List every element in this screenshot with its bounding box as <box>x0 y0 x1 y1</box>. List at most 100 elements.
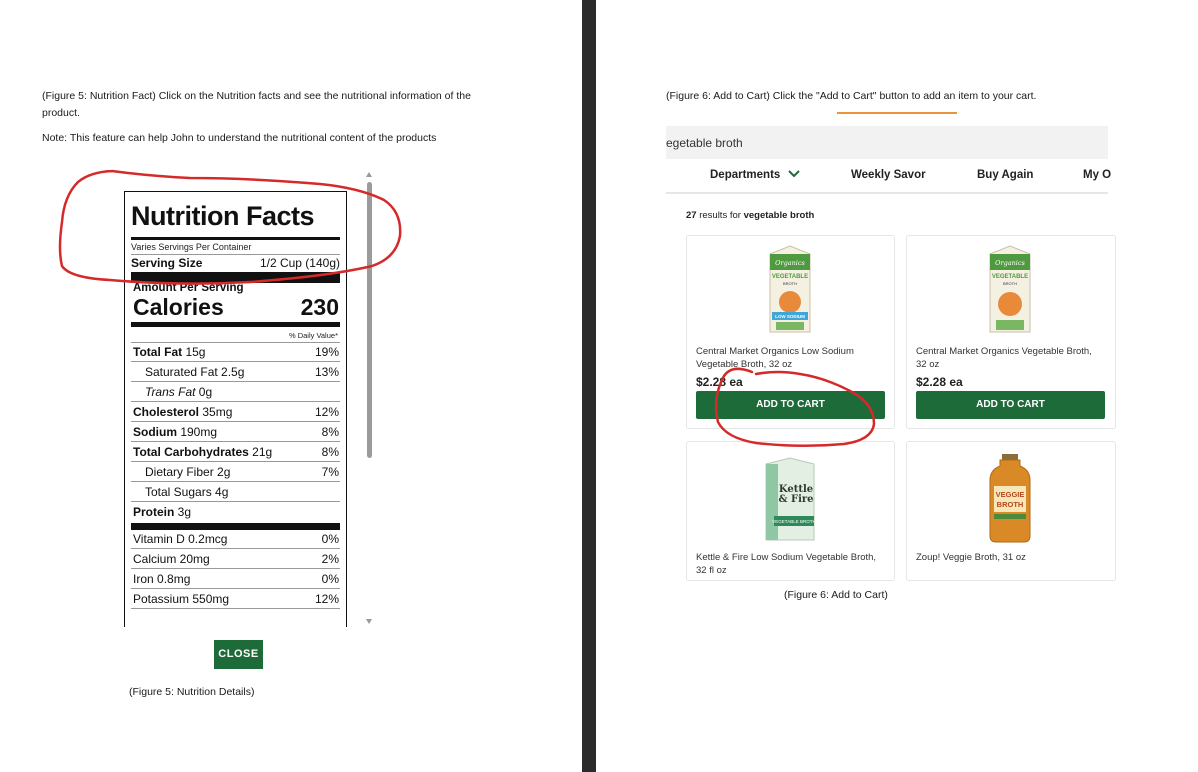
pack-label-organics: Organics <box>995 259 1025 267</box>
nutrient-name: Total Fat <box>133 345 183 359</box>
nutrient-amount: 4g <box>211 485 229 499</box>
figure-6-bottom-caption: (Figure 6: Add to Cart) <box>784 589 888 601</box>
nutrient-name: Iron <box>133 572 154 586</box>
nutrient-amount: 190mg <box>177 425 218 439</box>
nutrient-daily-value: 13% <box>314 365 339 379</box>
calories-value: 230 <box>300 294 339 320</box>
nutrient-name: Saturated Fat <box>145 365 218 379</box>
chevron-down-icon <box>787 170 800 178</box>
add-to-cart-button-2[interactable]: ADD TO CART <box>916 391 1105 419</box>
serving-size-value: 1/2 Cup (140g) <box>259 256 340 270</box>
divider-line <box>131 481 340 482</box>
divider-line <box>131 501 340 502</box>
nutrient-name: Potassium <box>133 592 190 606</box>
product-name-1-line1: Central Market Organics Low Sodium <box>696 346 854 357</box>
nutrient-daily-value: 7% <box>321 465 339 479</box>
product-price-2: $2.28 ea <box>916 375 963 389</box>
nutrient-amount: 0.8mg <box>153 572 191 586</box>
nutrient-name: Sodium <box>133 425 177 439</box>
product-image-kettle-fire: Kettle & Fire VEGETABLE BROTH <box>765 457 816 541</box>
product-name-1-line2: Vegetable Broth, 32 oz <box>696 359 793 370</box>
product-name-4-line1: Zoup! Veggie Broth, 31 oz <box>916 552 1026 563</box>
nutrient-daily-value: 12% <box>314 405 339 419</box>
product-name-3-line2: 32 fl oz <box>696 565 727 576</box>
product-name-1[interactable]: Central Market Organics Low Sodium Veget… <box>696 345 854 371</box>
scroll-down-arrow-icon[interactable] <box>366 619 372 624</box>
nutrient-name: Trans Fat <box>145 385 196 399</box>
nutrition-facts-panel: Nutrition Facts Varies Servings Per Cont… <box>124 191 347 627</box>
nutrient-label: Trans Fat 0g <box>145 385 212 399</box>
nav-buy-again[interactable]: Buy Again <box>977 169 1033 181</box>
nav-my-account[interactable]: My O <box>1083 169 1111 181</box>
amount-per-serving-label: Amount Per Serving <box>133 282 244 294</box>
product-image-organics-low-sodium: Organics VEGETABLE BROTH LOW SODIUM <box>769 245 811 333</box>
nutrition-facts-title: Nutrition Facts <box>131 201 315 231</box>
nutrient-label: Potassium 550mg <box>133 592 229 606</box>
product-name-4[interactable]: Zoup! Veggie Broth, 31 oz <box>916 551 1026 564</box>
pack-label-fire: & Fire <box>778 494 813 505</box>
title-rule <box>131 237 340 240</box>
figure-5-bottom-caption: (Figure 5: Nutrition Details) <box>129 686 255 698</box>
nutrient-amount: 20mg <box>176 552 210 566</box>
nutrient-label: Saturated Fat 2.5g <box>145 365 244 379</box>
product-image-zoup-veggie: VEGGIE BROTH <box>989 454 1031 543</box>
pack-label-veggie: VEGGIE <box>996 490 1025 499</box>
pack-label-broth: BROTH <box>1003 281 1017 286</box>
search-bar[interactable]: egetable broth <box>666 126 1108 159</box>
nutrient-label: Vitamin D 0.2mcg <box>133 532 227 546</box>
nutrient-amount: 3g <box>174 505 192 519</box>
daily-value-header: % Daily Value* <box>288 331 338 340</box>
nutrient-name: Vitamin D <box>133 532 185 546</box>
search-input-text[interactable]: egetable broth <box>666 136 743 150</box>
nutrient-name: Dietary Fiber <box>145 465 214 479</box>
pack-label-zoup-broth: BROTH <box>997 500 1024 509</box>
scrollbar-thumb[interactable] <box>367 182 372 458</box>
nutrient-label: Total Carbohydrates 21g <box>133 445 272 459</box>
divider-line <box>131 381 340 382</box>
nutrient-amount: 2.5g <box>217 365 245 379</box>
add-to-cart-button-1[interactable]: ADD TO CART <box>696 391 885 419</box>
nav-departments[interactable]: Departments <box>710 169 800 181</box>
nutrient-amount: 0.2mcg <box>184 532 228 546</box>
calories-label: Calories <box>133 294 224 320</box>
divider-line <box>131 254 340 255</box>
divider-line <box>131 441 340 442</box>
product-name-3-line1: Kettle & Fire Low Sodium Vegetable Broth… <box>696 552 877 563</box>
nutrient-label: Total Fat 15g <box>133 345 205 359</box>
nav-weekly-savor[interactable]: Weekly Savor <box>851 169 926 181</box>
nutrient-amount: 35mg <box>199 405 233 419</box>
protein-rule <box>131 523 340 530</box>
divider-line <box>131 421 340 422</box>
nav-divider <box>666 192 1108 194</box>
nutrient-amount: 2g <box>213 465 231 479</box>
nutrient-label: Dietary Fiber 2g <box>145 465 230 479</box>
nutrient-daily-value: 8% <box>321 445 339 459</box>
product-name-3[interactable]: Kettle & Fire Low Sodium Vegetable Broth… <box>696 551 876 577</box>
divider-line <box>131 608 340 609</box>
nutrient-label: Iron 0.8mg <box>133 572 190 586</box>
divider-line <box>131 361 340 362</box>
scroll-up-arrow-icon[interactable] <box>366 172 372 177</box>
nutrient-label: Sodium 190mg <box>133 425 217 439</box>
figure-6-caption: (Figure 6: Add to Cart) Click the "Add t… <box>666 90 1037 102</box>
calories-rule <box>131 322 340 327</box>
figure-5-caption-continued: product. <box>42 107 80 119</box>
nutrient-name: Cholesterol <box>133 405 200 419</box>
pack-label-broth: BROTH <box>783 281 797 286</box>
pack-label-organics: Organics <box>775 259 805 267</box>
nutrient-daily-value: 12% <box>314 592 339 606</box>
divider-line <box>131 401 340 402</box>
product-name-2[interactable]: Central Market Organics Vegetable Broth,… <box>916 345 1092 371</box>
nutrient-name: Total Sugars <box>145 485 212 499</box>
divider-line <box>131 588 340 589</box>
pack-label-kf-vegetable: VEGETABLE BROTH <box>772 519 815 524</box>
close-button[interactable]: CLOSE <box>214 640 263 669</box>
page-divider <box>582 0 596 772</box>
nav-departments-label: Departments <box>710 169 781 181</box>
nutrient-label: Calcium 20mg <box>133 552 210 566</box>
nutrient-daily-value: 0% <box>321 532 339 546</box>
results-summary: 27 results for vegetable broth <box>686 210 814 221</box>
divider-line <box>131 461 340 462</box>
pack-label-vegetable: VEGETABLE <box>992 274 1028 280</box>
nutrient-daily-value: 2% <box>321 552 339 566</box>
